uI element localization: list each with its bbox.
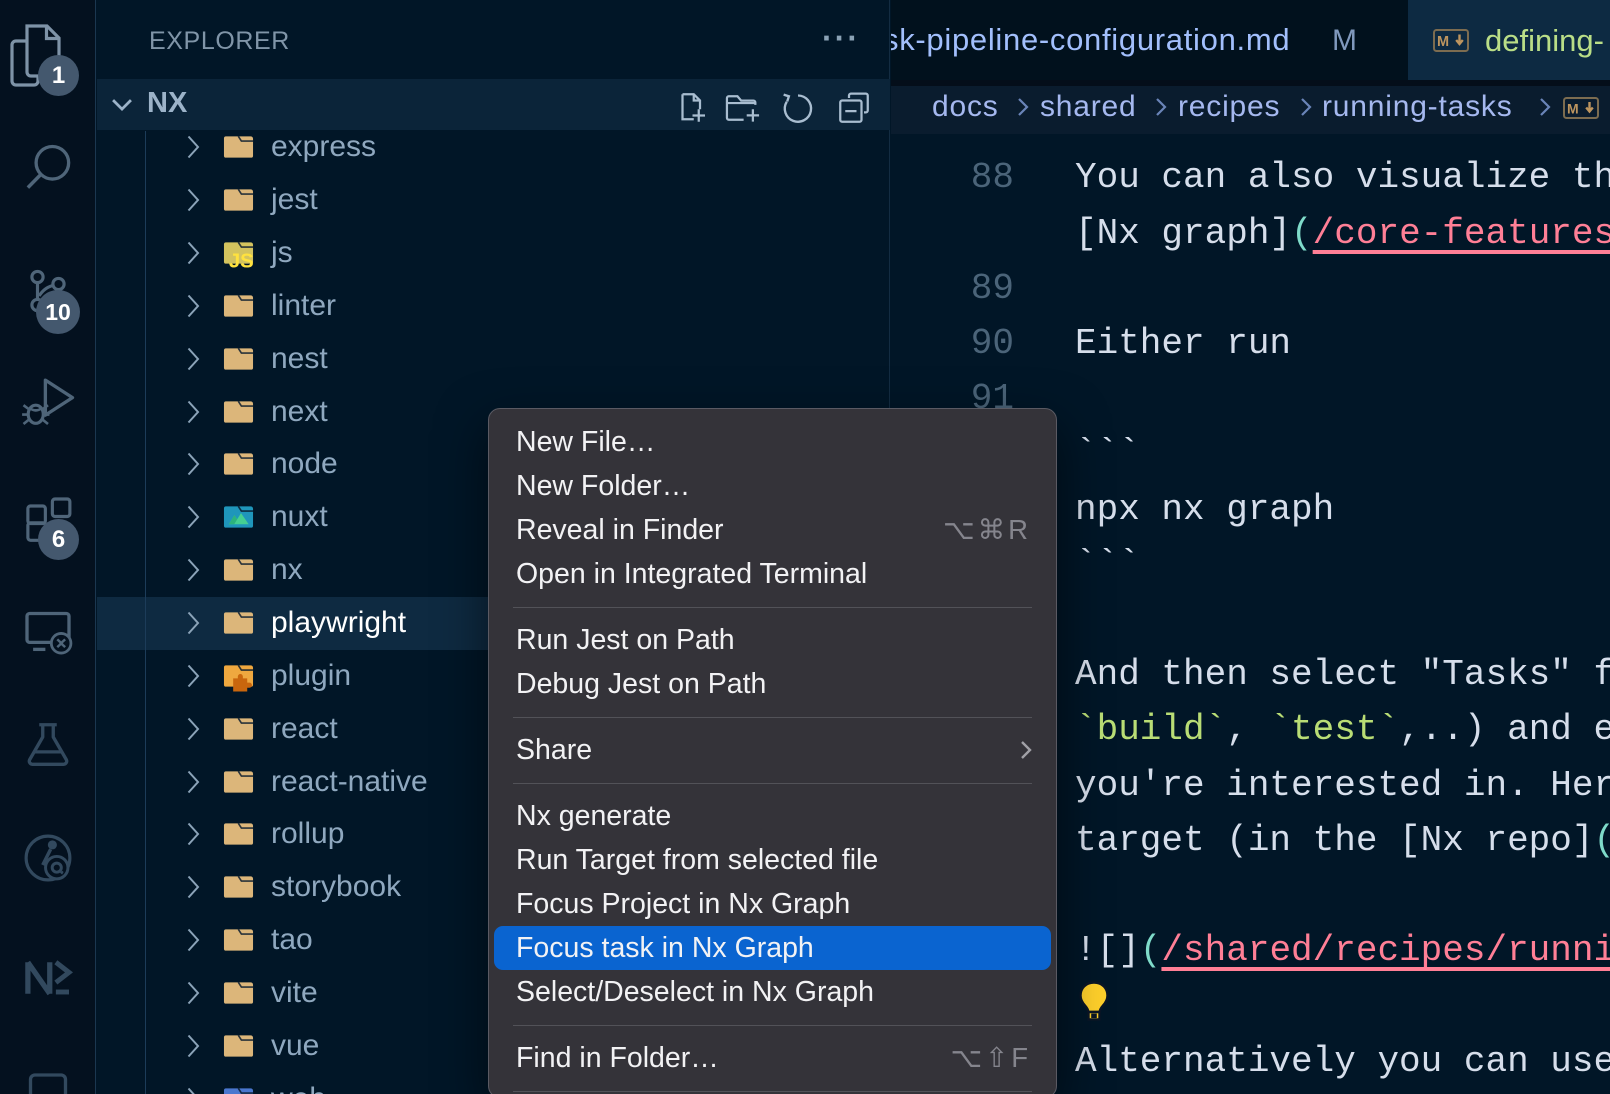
svg-text:M: M (1567, 101, 1579, 117)
svg-text:JS: JS (229, 251, 254, 269)
svg-text:M: M (1437, 34, 1449, 50)
